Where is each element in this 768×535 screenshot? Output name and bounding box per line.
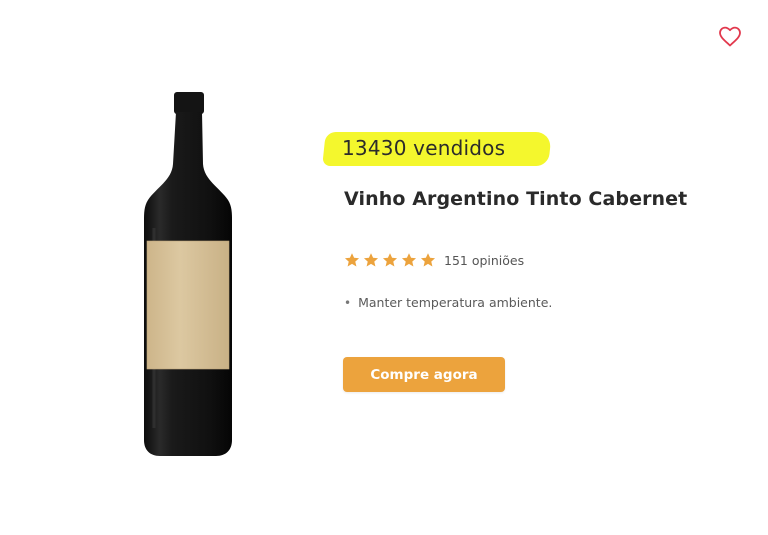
sold-count-label: 13430 vendidos [342, 136, 506, 160]
heart-icon [719, 26, 741, 47]
star-icon [382, 253, 398, 267]
favorite-button[interactable] [716, 22, 744, 50]
rating-stars [344, 252, 436, 268]
sold-count: 13430 vendidos [322, 128, 552, 168]
bullet-icon: • [344, 295, 352, 310]
product-title[interactable]: Vinho Argentino Tinto Cabernet [344, 188, 687, 210]
star-icon [363, 253, 379, 267]
feature-item: • Manter temperatura ambiente. [344, 295, 552, 310]
star-icon [420, 253, 436, 267]
star-icon [344, 253, 360, 267]
product-image[interactable] [128, 88, 248, 460]
reviews-count[interactable]: 151 opiniões [444, 253, 524, 268]
product-card: 13430 vendidos Vinho Argentino Tinto Cab… [0, 0, 768, 535]
star-icon [401, 253, 417, 267]
feature-list: • Manter temperatura ambiente. [344, 295, 552, 310]
wine-bottle-image [144, 92, 232, 456]
feature-text: Manter temperatura ambiente. [358, 295, 553, 310]
buy-now-button[interactable]: Compre agora [343, 357, 505, 392]
product-rating[interactable]: 151 opiniões [344, 252, 524, 268]
